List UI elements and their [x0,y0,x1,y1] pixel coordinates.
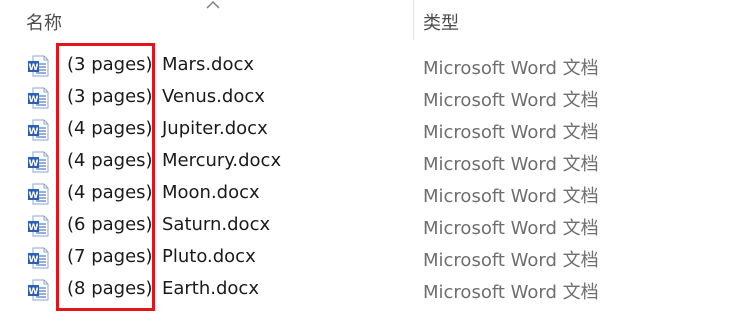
file-name: Mercury.docx [162,150,282,171]
page-count-highlight-box [56,43,155,311]
file-type: Microsoft Word 文档 [423,58,599,79]
word-doc-icon: W [28,151,49,173]
file-type: Microsoft Word 文档 [423,218,599,239]
column-divider[interactable] [413,0,414,40]
column-header: 名称 类型 [0,0,750,40]
file-name: Venus.docx [162,86,265,107]
file-type: Microsoft Word 文档 [423,250,599,271]
word-doc-icon: W [28,119,49,141]
svg-text:W: W [29,287,39,297]
file-type: Microsoft Word 文档 [423,122,599,143]
file-name: Saturn.docx [162,214,271,235]
svg-text:W: W [29,127,39,137]
svg-text:W: W [29,255,39,265]
word-doc-icon: W [28,183,49,205]
word-doc-icon: W [28,215,49,237]
file-type: Microsoft Word 文档 [423,154,599,175]
svg-text:W: W [29,63,39,73]
file-type: Microsoft Word 文档 [423,186,599,207]
column-header-name[interactable]: 名称 [26,9,62,35]
file-name: Mars.docx [162,54,255,75]
file-name: Earth.docx [162,278,259,299]
word-doc-icon: W [28,279,49,301]
column-header-type[interactable]: 类型 [423,9,459,35]
file-type: Microsoft Word 文档 [423,90,599,111]
word-doc-icon: W [28,55,49,77]
file-type: Microsoft Word 文档 [423,282,599,303]
sort-ascending-caret-icon [206,0,220,9]
svg-text:W: W [29,191,39,201]
file-name: Jupiter.docx [162,118,268,139]
file-name: Pluto.docx [162,246,256,267]
svg-text:W: W [29,223,39,233]
file-name: Moon.docx [162,182,260,203]
word-doc-icon: W [28,247,49,269]
svg-text:W: W [29,159,39,169]
svg-text:W: W [29,95,39,105]
word-doc-icon: W [28,87,49,109]
